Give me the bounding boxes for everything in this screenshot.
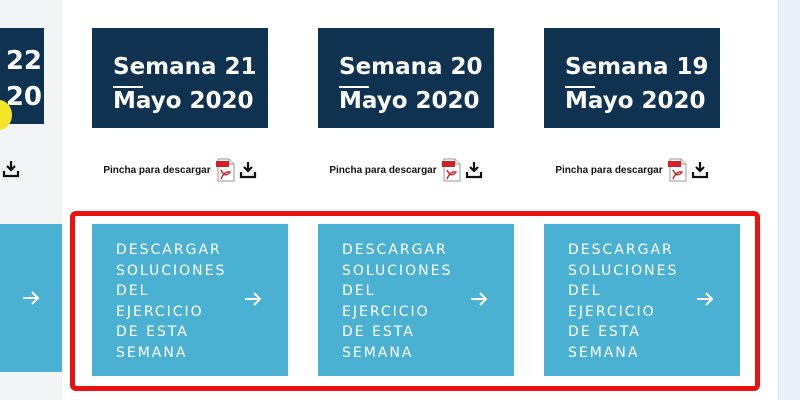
download-solutions-button[interactable]: DESCARGAR SOLUCIONES DEL EJERCICIO DE ES…: [544, 224, 740, 376]
download-link[interactable]: Pincha para descargar: [92, 158, 268, 182]
download-arrow-icon[interactable]: [239, 161, 257, 179]
week-card: Semana 20 Mayo 2020 Pincha para descarga…: [318, 28, 514, 376]
download-arrow-icon[interactable]: [465, 161, 483, 179]
month-label: Mayo 2020: [113, 88, 254, 114]
week-label: Semana 21: [113, 54, 257, 80]
button-line: DESCARGAR: [342, 242, 448, 258]
week-title-box: Semana 20 Mayo 2020: [318, 28, 494, 128]
button-line: SOLUCIONES: [342, 262, 453, 279]
download-label: Pincha para descargar: [329, 164, 437, 176]
button-line: SOLUCIONES: [116, 262, 227, 279]
download-link[interactable]: Pincha para descargar: [544, 158, 720, 182]
download-label: Pincha para descargar: [555, 164, 663, 176]
week-title-box: Semana 21 Mayo 2020: [92, 28, 268, 128]
button-line: DE ESTA: [568, 324, 641, 340]
partial-title-line: 22: [5, 46, 42, 76]
week-label: Semana 20: [339, 54, 483, 80]
download-solutions-button-partial[interactable]: [0, 224, 62, 372]
week-card: Semana 19 Mayo 2020 Pincha para descarga…: [544, 28, 740, 376]
arrow-right-icon: [697, 292, 714, 306]
button-line: SEMANA: [342, 344, 414, 361]
arrow-right-icon: [245, 292, 262, 306]
pdf-file-icon[interactable]: [215, 158, 237, 182]
month-label: Mayo 2020: [339, 88, 480, 114]
button-line: DESCARGAR: [568, 242, 674, 258]
week-title-box: Semana 19 Mayo 2020: [544, 28, 720, 128]
download-link[interactable]: Pincha para descargar: [318, 158, 494, 182]
download-solutions-button[interactable]: DESCARGAR SOLUCIONES DEL EJERCICIO DE ES…: [318, 224, 514, 376]
download-arrow-icon[interactable]: [691, 161, 709, 179]
download-label: Pincha para descargar: [103, 164, 211, 176]
week-card: Semana 21 Mayo 2020 Pincha para descarga…: [92, 28, 288, 376]
month-label: Mayo 2020: [565, 88, 706, 114]
button-line: DE ESTA: [116, 324, 189, 340]
download-solutions-button[interactable]: DESCARGAR SOLUCIONES DEL EJERCICIO DE ES…: [92, 224, 288, 376]
arrow-right-icon: [471, 292, 488, 306]
button-line: DESCARGAR: [116, 242, 222, 258]
arrow-right-icon: [23, 291, 40, 305]
button-line: SEMANA: [568, 344, 640, 361]
right-scroll-edge: [778, 0, 800, 400]
week-label: Semana 19: [565, 54, 709, 80]
download-arrow-icon[interactable]: [2, 160, 20, 183]
partial-title-line: 20: [5, 82, 42, 112]
button-line: SOLUCIONES: [568, 262, 679, 279]
button-line: SEMANA: [116, 344, 188, 361]
title-divider: [565, 86, 595, 88]
pdf-file-icon[interactable]: [667, 158, 689, 182]
title-divider: [339, 86, 369, 88]
button-line: DE ESTA: [342, 324, 415, 340]
title-divider: [113, 86, 143, 88]
pdf-file-icon[interactable]: [441, 158, 463, 182]
